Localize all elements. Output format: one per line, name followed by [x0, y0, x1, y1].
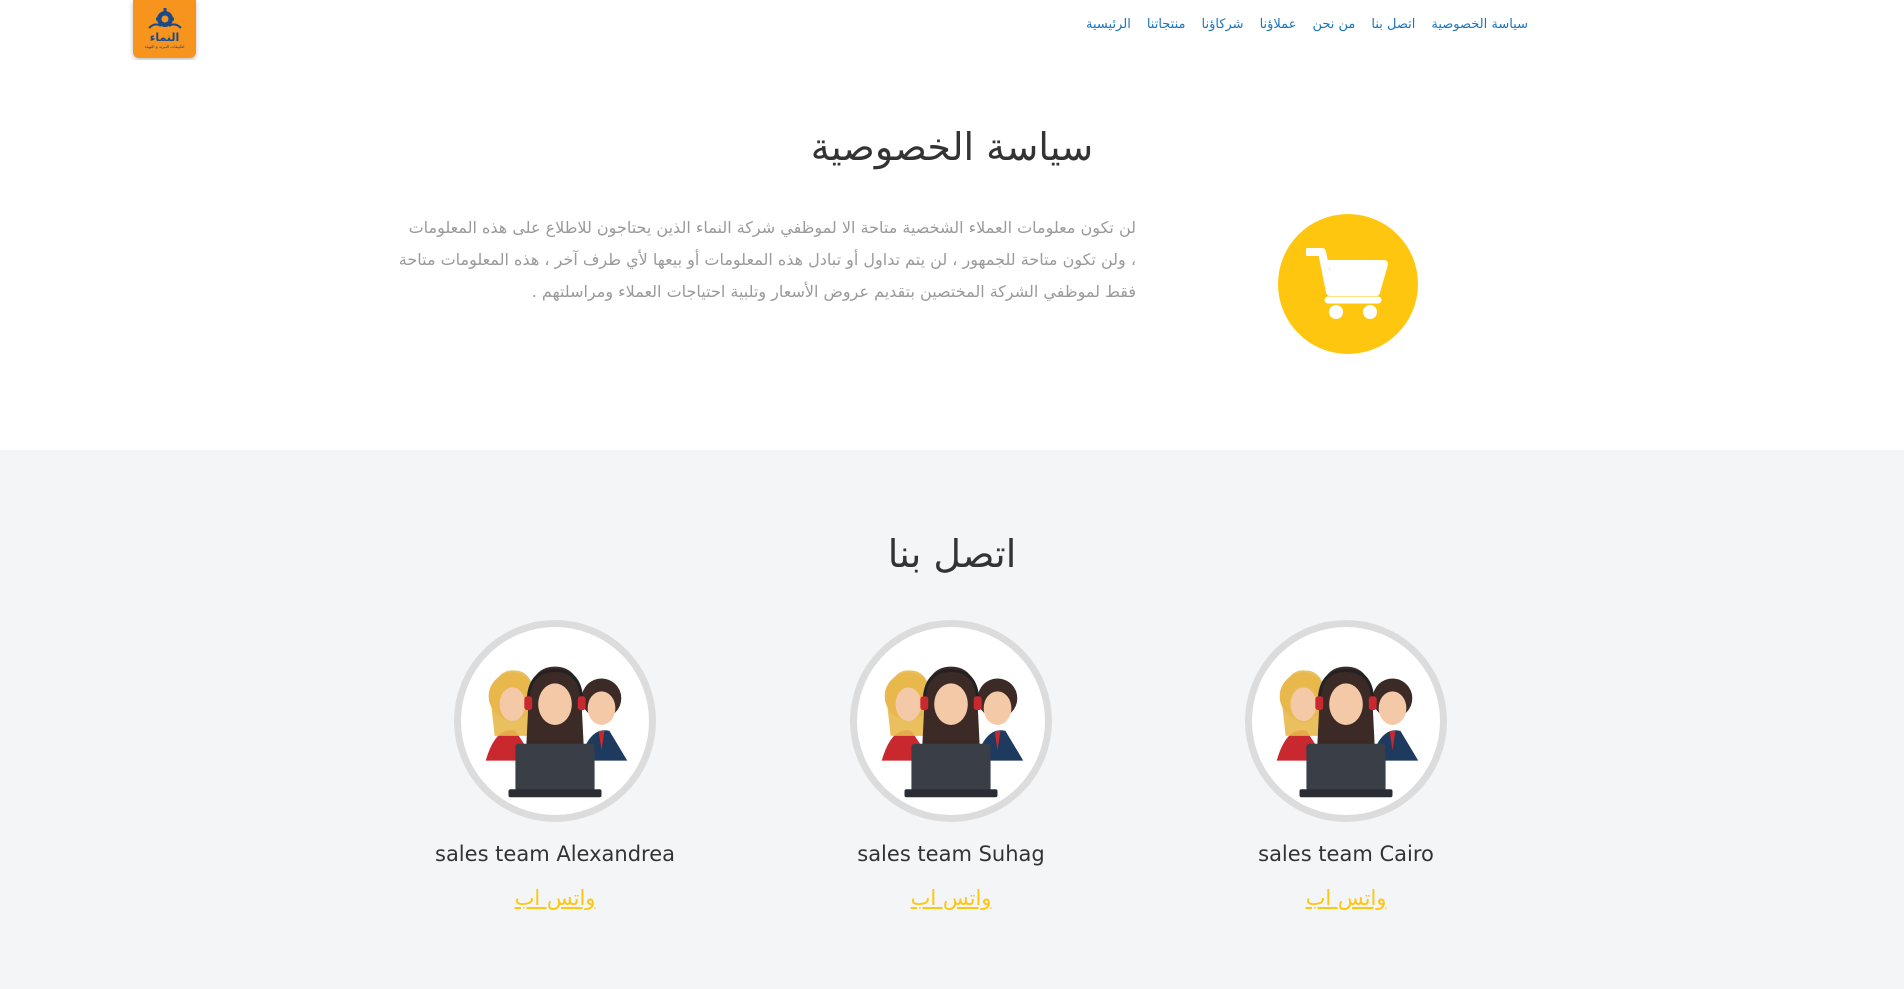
- team-name: sales team Suhag: [857, 842, 1045, 866]
- nav-item-privacy[interactable]: سياسة الخصوصية: [1431, 17, 1528, 32]
- logo-gear-icon: [147, 8, 182, 29]
- nav-item-contact[interactable]: اتصل بنا: [1371, 17, 1415, 32]
- logo-subtext: لتكييفات التبريد و التهيئة: [144, 44, 185, 49]
- privacy-line: ، ولن تكون متاحة للجمهور ، لن يتم تداول …: [398, 250, 1136, 269]
- cart-badge: [1278, 214, 1418, 354]
- team-name: sales team Cairo: [1258, 842, 1434, 866]
- nav-menu: الرئيسية منتجاتنا شركاؤنا عملاؤنا من نحن…: [1086, 17, 1528, 32]
- team-card-suhag: sales team Suhag واتس اب: [821, 620, 1081, 910]
- nav-item-about[interactable]: من نحن: [1312, 17, 1355, 32]
- team-name: sales team Alexandrea: [435, 842, 675, 866]
- privacy-section: سياسة الخصوصية لن تكون معلومات العملاء ا…: [0, 60, 1904, 450]
- nav-item-home[interactable]: الرئيسية: [1086, 17, 1131, 32]
- whatsapp-link[interactable]: واتس اب: [1306, 886, 1387, 910]
- privacy-line: لن تكون معلومات العملاء الشخصية متاحة ال…: [408, 218, 1136, 237]
- whatsapp-link[interactable]: واتس اب: [911, 886, 992, 910]
- privacy-line: فقط لموظفي الشركة المختصين بتقديم عروض ا…: [531, 282, 1136, 301]
- customer-support-team-icon: [454, 620, 656, 822]
- logo-text: النماء: [149, 31, 180, 44]
- customer-support-team-icon: [850, 620, 1052, 822]
- top-navbar: النماء لتكييفات التبريد و التهيئة الرئيس…: [0, 0, 1904, 60]
- nav-item-clients[interactable]: عملاؤنا: [1260, 17, 1297, 32]
- privacy-title: سياسة الخصوصية: [810, 125, 1094, 169]
- contact-section: اتصل بنا sales team Cairo واتس اب sales …: [0, 450, 1904, 989]
- whatsapp-link[interactable]: واتس اب: [515, 886, 596, 910]
- customer-support-team-icon: [1245, 620, 1447, 822]
- privacy-paragraph: لن تكون معلومات العملاء الشخصية متاحة ال…: [360, 212, 1136, 308]
- site-logo[interactable]: النماء لتكييفات التبريد و التهيئة: [133, 0, 196, 58]
- page: النماء لتكييفات التبريد و التهيئة الرئيس…: [0, 0, 1904, 989]
- team-card-alexandrea: sales team Alexandrea واتس اب: [425, 620, 685, 910]
- contact-title: اتصل بنا: [887, 532, 1017, 576]
- team-card-cairo: sales team Cairo واتس اب: [1216, 620, 1476, 910]
- nav-item-products[interactable]: منتجاتنا: [1147, 17, 1186, 32]
- shopping-cart-icon: [1306, 248, 1388, 319]
- nav-item-partners[interactable]: شركاؤنا: [1201, 17, 1243, 32]
